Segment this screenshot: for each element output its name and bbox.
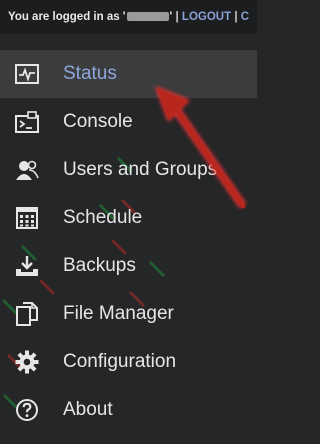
menu-item-users-and-groups[interactable]: Users and Groups [0, 146, 257, 194]
menu-item-file-manager[interactable]: File Manager [0, 290, 257, 338]
separator: | [175, 11, 179, 23]
menu-item-label: File Manager [63, 303, 174, 324]
logged-in-prefix: You are logged in as ' [8, 11, 126, 23]
users-icon [14, 158, 40, 182]
navigation-menu: Status Console Users and Groups Schedule… [0, 50, 257, 434]
menu-item-console[interactable]: Console [0, 98, 257, 146]
calendar-grid-icon [14, 206, 40, 230]
gear-icon [14, 350, 40, 374]
menu-item-schedule[interactable]: Schedule [0, 194, 257, 242]
menu-item-label: Backups [63, 255, 136, 276]
menu-item-about[interactable]: About [0, 386, 257, 434]
separator: | [234, 11, 238, 23]
status-monitor-icon [14, 62, 40, 86]
download-tray-icon [14, 254, 40, 278]
files-icon [14, 302, 40, 326]
menu-item-status[interactable]: Status [0, 50, 257, 98]
top-bar: You are logged in as ' ' | LOGOUT | C [0, 0, 257, 34]
menu-item-backups[interactable]: Backups [0, 242, 257, 290]
menu-item-label: Schedule [63, 207, 143, 228]
menu-item-label: Configuration [63, 351, 177, 372]
redacted-username [126, 12, 169, 22]
menu-item-label: Status [63, 63, 117, 84]
menu-item-configuration[interactable]: Configuration [0, 338, 257, 386]
logged-in-suffix: ' [169, 11, 173, 23]
menu-item-label: About [63, 399, 113, 420]
menu-item-label: Console [63, 111, 133, 132]
truncated-link[interactable]: C [241, 11, 249, 23]
question-circle-icon [14, 398, 40, 422]
console-icon [14, 110, 40, 134]
menu-item-label: Users and Groups [63, 159, 218, 180]
logout-link[interactable]: LOGOUT [182, 11, 231, 23]
